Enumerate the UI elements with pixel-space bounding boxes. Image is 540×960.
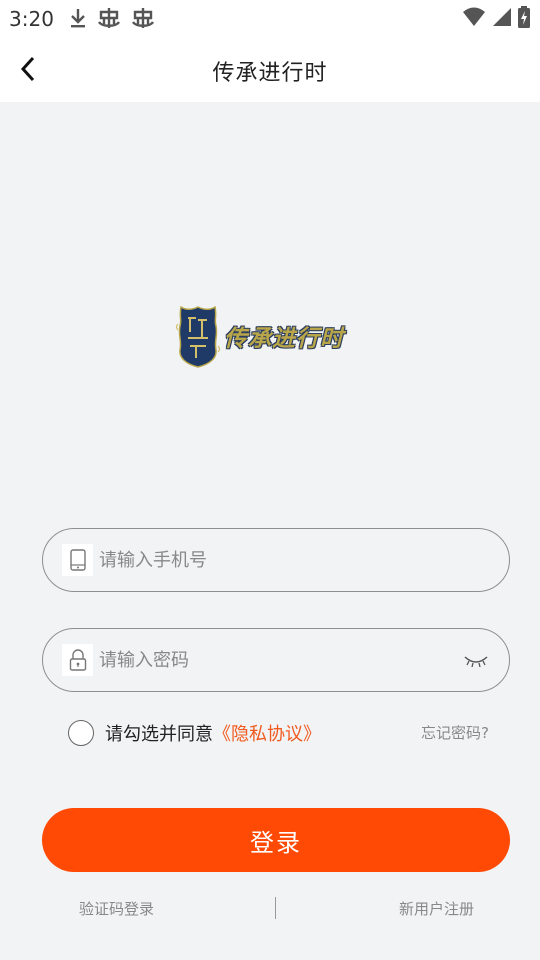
battery-icon bbox=[518, 6, 530, 32]
bug-icon bbox=[130, 6, 156, 34]
privacy-policy-link[interactable]: 《隐私协议》 bbox=[213, 720, 321, 746]
register-link[interactable]: 新用户注册 bbox=[399, 898, 474, 919]
signal-icon bbox=[492, 7, 512, 31]
logo-text: 传承进行时 bbox=[224, 325, 344, 352]
app-logo: 传承进行时 bbox=[176, 306, 366, 368]
password-field[interactable] bbox=[42, 628, 510, 692]
sms-login-link[interactable]: 验证码登录 bbox=[79, 898, 154, 919]
agreement-row: 请勾选并同意 《隐私协议》 bbox=[68, 718, 321, 748]
password-input[interactable] bbox=[99, 629, 459, 691]
agree-text: 请勾选并同意 bbox=[105, 724, 213, 745]
logo-badge-icon bbox=[176, 306, 220, 368]
status-time: 3:20 bbox=[9, 7, 54, 31]
agree-checkbox[interactable] bbox=[68, 720, 94, 746]
system-icons bbox=[462, 6, 530, 32]
phone-input[interactable] bbox=[99, 529, 459, 591]
status-bar: 3:20 bbox=[0, 0, 540, 36]
page-title: 传承进行时 bbox=[212, 61, 328, 86]
lock-icon bbox=[62, 644, 93, 676]
bug-icon bbox=[96, 6, 122, 34]
wifi-icon bbox=[462, 7, 486, 31]
download-icon bbox=[68, 6, 88, 34]
notification-icons bbox=[68, 6, 156, 34]
footer-divider bbox=[275, 897, 276, 919]
login-button[interactable]: 登录 bbox=[42, 808, 510, 872]
phone-icon bbox=[62, 544, 93, 576]
app-header: 传承进行时 bbox=[0, 36, 540, 102]
phone-field[interactable] bbox=[42, 528, 510, 592]
eye-closed-icon[interactable] bbox=[463, 653, 489, 669]
forgot-password-link[interactable]: 忘记密码? bbox=[421, 722, 489, 743]
